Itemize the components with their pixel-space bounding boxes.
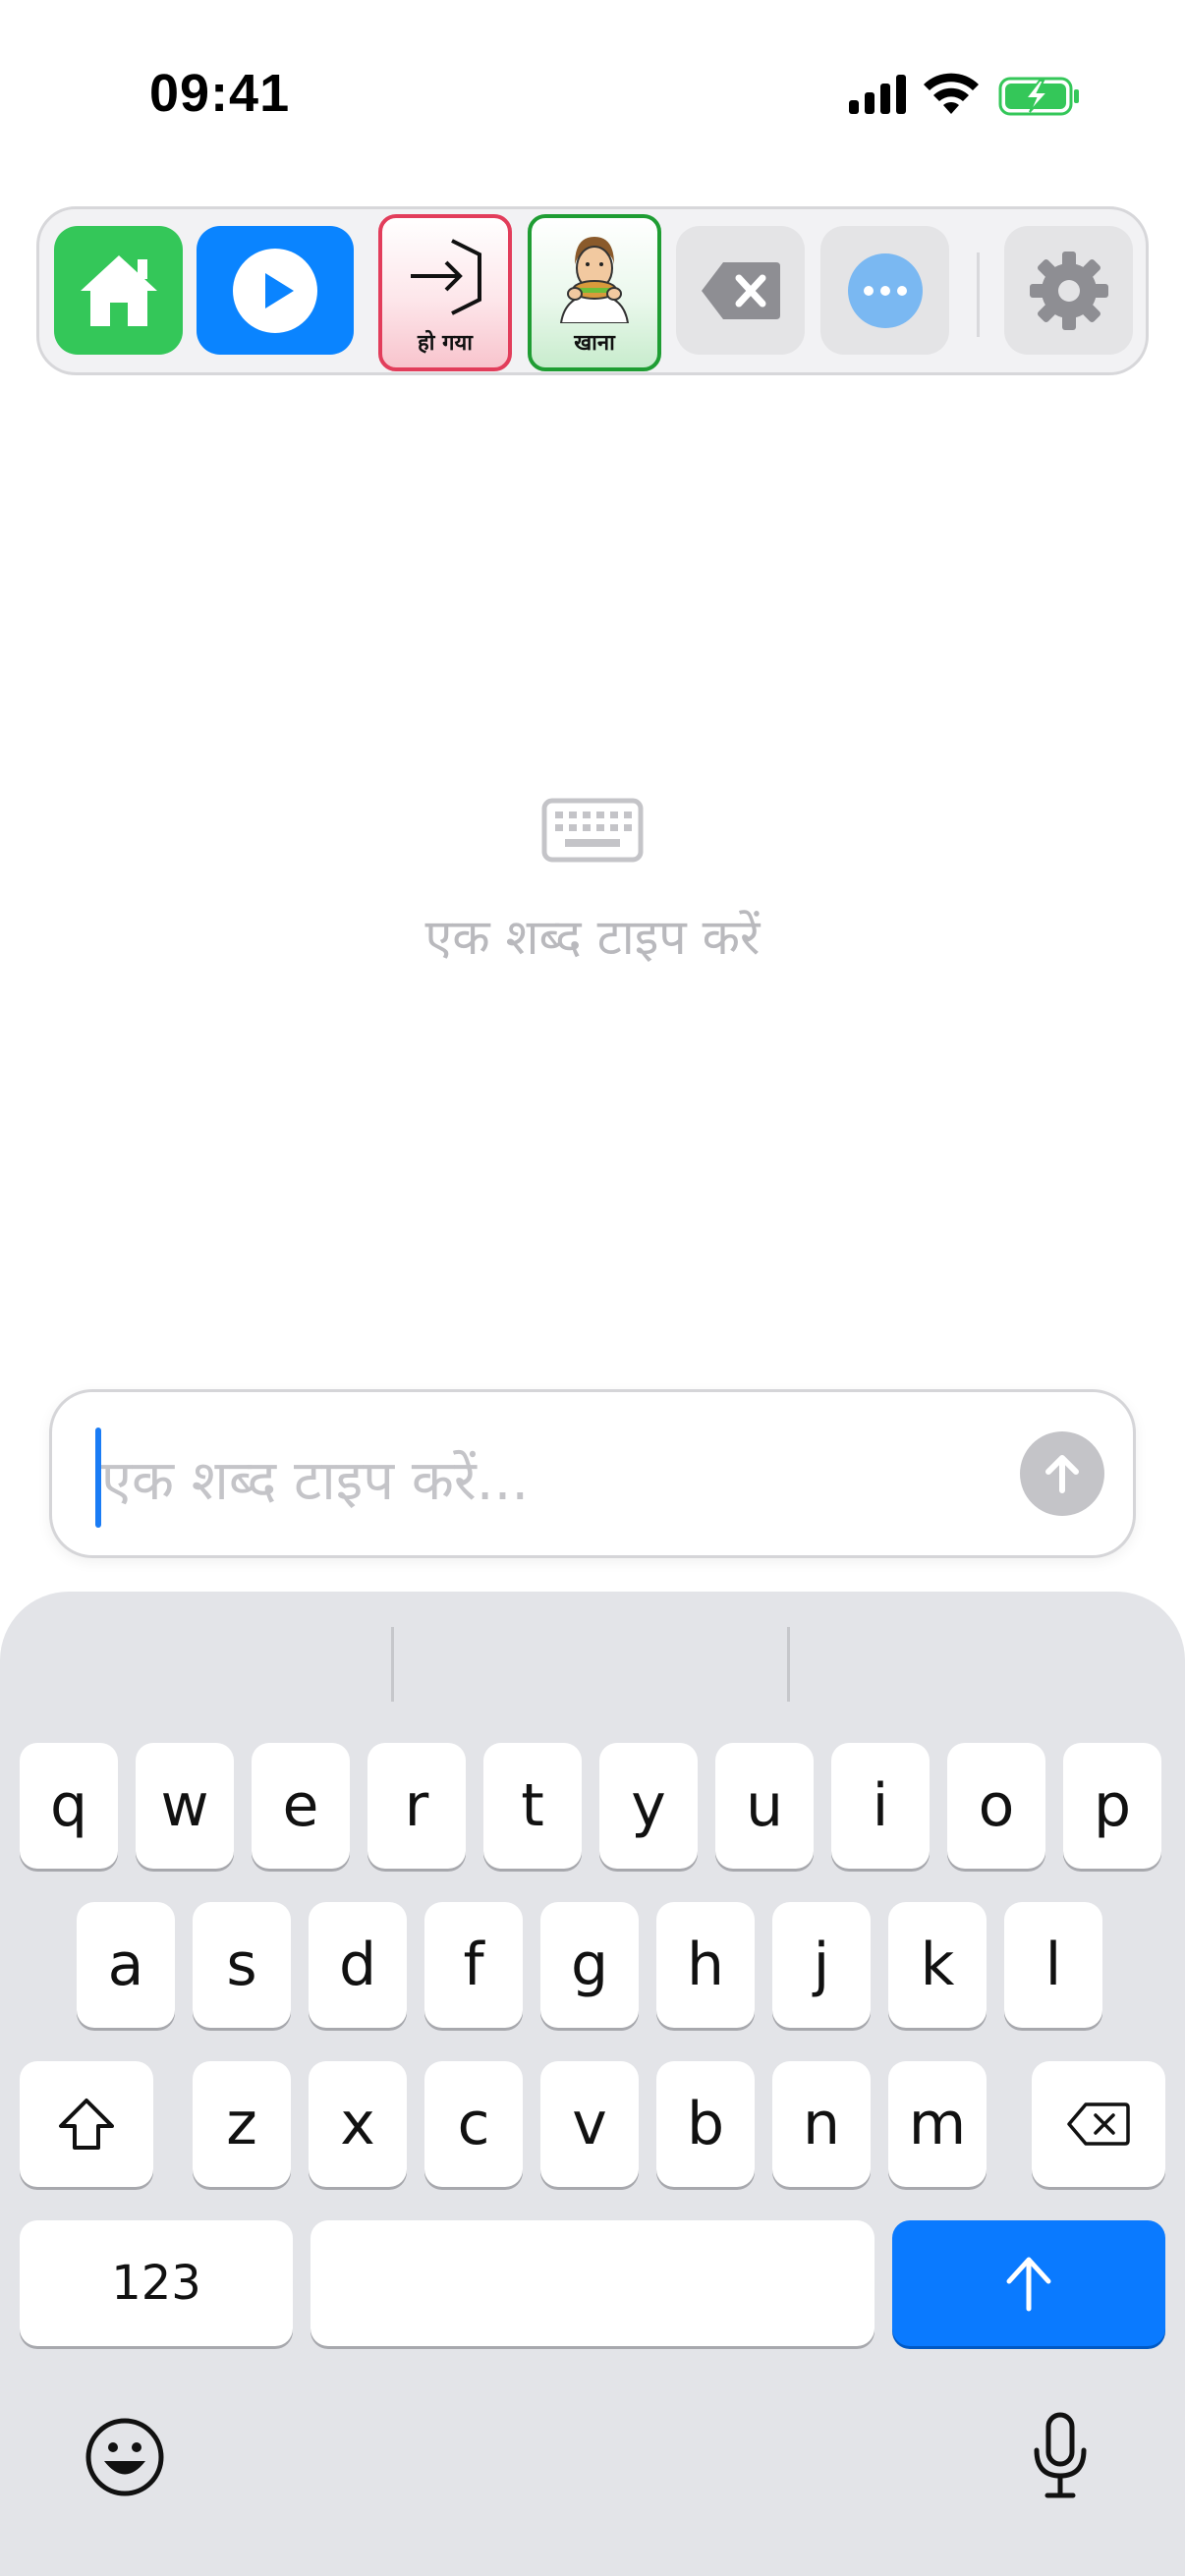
backspace-key[interactable] xyxy=(1032,2061,1165,2187)
key-g[interactable]: g xyxy=(540,1902,639,2028)
key-p[interactable]: p xyxy=(1063,1743,1161,1869)
key-w[interactable]: w xyxy=(136,1743,234,1869)
key-b[interactable]: b xyxy=(656,2061,755,2187)
suggestion-divider xyxy=(391,1627,394,1702)
key-e[interactable]: e xyxy=(252,1743,350,1869)
symbol-done-button[interactable]: हो गया xyxy=(378,214,512,371)
cellular-signal-icon xyxy=(849,75,906,114)
home-button[interactable] xyxy=(54,226,183,355)
ellipsis-icon xyxy=(847,252,923,328)
more-button[interactable] xyxy=(820,226,949,355)
key-m[interactable]: m xyxy=(888,2061,987,2187)
person-eating-icon xyxy=(559,237,630,323)
gear-icon xyxy=(1029,251,1108,330)
key-l[interactable]: l xyxy=(1004,1902,1102,2028)
key-i[interactable]: i xyxy=(831,1743,930,1869)
status-bar: 09:41 xyxy=(0,0,1185,187)
key-r[interactable]: r xyxy=(367,1743,466,1869)
suggestion-divider xyxy=(787,1627,790,1702)
symbol-eat-button[interactable]: खाना xyxy=(528,214,661,371)
toolbar-divider xyxy=(977,252,980,337)
key-z[interactable]: z xyxy=(193,2061,291,2187)
return-key[interactable] xyxy=(892,2220,1165,2346)
key-j[interactable]: j xyxy=(772,1902,871,2028)
key-d[interactable]: d xyxy=(309,1902,407,2028)
key-v[interactable]: v xyxy=(540,2061,639,2187)
key-k[interactable]: k xyxy=(888,1902,987,2028)
symbol-toolbar: हो गया खाना xyxy=(36,206,1149,375)
status-time: 09:41 xyxy=(149,64,291,123)
word-input[interactable]: एक शब्द टाइप करें... xyxy=(49,1389,1136,1558)
key-t[interactable]: t xyxy=(483,1743,582,1869)
key-y[interactable]: y xyxy=(599,1743,698,1869)
symbol-done-label: हो गया xyxy=(418,331,473,356)
finish-arrow-icon xyxy=(411,239,481,315)
settings-button[interactable] xyxy=(1004,226,1133,355)
send-button[interactable] xyxy=(1020,1431,1104,1516)
arrow-up-icon xyxy=(1045,1455,1079,1493)
key-o[interactable]: o xyxy=(947,1743,1045,1869)
key-x[interactable]: x xyxy=(309,2061,407,2187)
key-f[interactable]: f xyxy=(424,1902,523,2028)
home-icon xyxy=(80,254,157,326)
battery-charging-icon xyxy=(998,77,1079,116)
input-placeholder: एक शब्द टाइप करें... xyxy=(101,1449,530,1513)
delete-icon xyxy=(701,261,780,319)
symbol-eat-label: खाना xyxy=(574,331,615,356)
space-key[interactable] xyxy=(310,2220,875,2346)
delete-symbol-button[interactable] xyxy=(676,226,805,355)
key-a[interactable]: a xyxy=(77,1902,175,2028)
empty-state-text: एक शब्द टाइप करें xyxy=(424,909,761,966)
numbers-key[interactable]: 123 xyxy=(20,2220,293,2346)
speak-button[interactable] xyxy=(197,226,354,355)
keyboard: q w e r t y u i o p a s d f g h j k l z … xyxy=(0,1592,1185,2576)
key-u[interactable]: u xyxy=(715,1743,814,1869)
play-icon xyxy=(233,248,317,333)
keyboard-icon xyxy=(541,798,644,863)
shift-icon xyxy=(59,2099,114,2150)
shift-key[interactable] xyxy=(20,2061,153,2187)
emoji-icon[interactable] xyxy=(85,2417,165,2497)
backspace-icon xyxy=(1067,2102,1130,2146)
microphone-icon[interactable] xyxy=(1032,2411,1089,2499)
key-s[interactable]: s xyxy=(193,1902,291,2028)
arrow-up-icon xyxy=(1006,2257,1051,2312)
wifi-icon xyxy=(924,73,979,114)
key-h[interactable]: h xyxy=(656,1902,755,2028)
key-q[interactable]: q xyxy=(20,1743,118,1869)
key-c[interactable]: c xyxy=(424,2061,523,2187)
key-n[interactable]: n xyxy=(772,2061,871,2187)
